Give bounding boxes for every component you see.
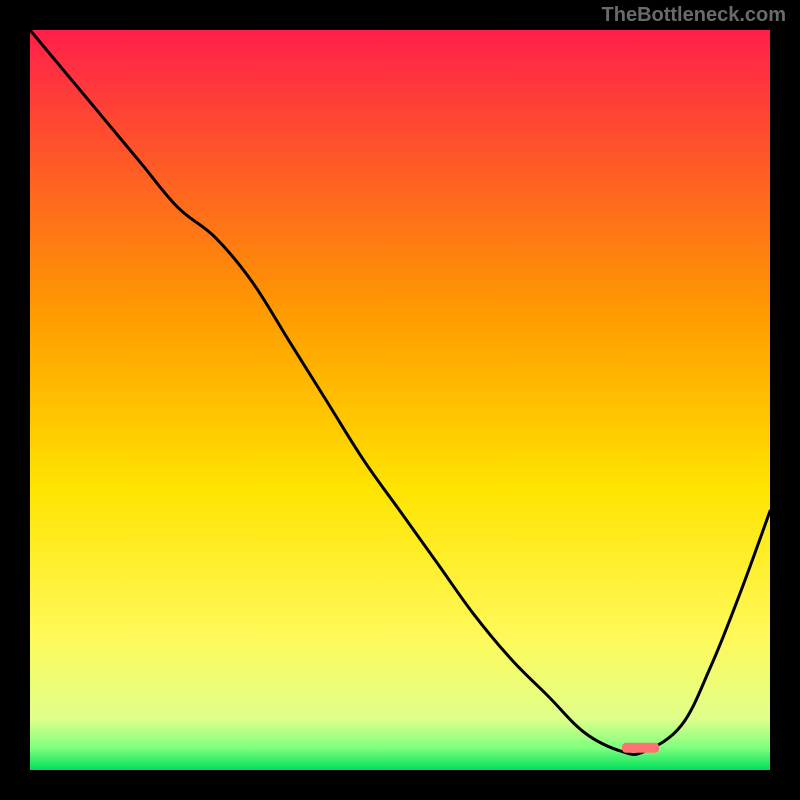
chart-svg: [30, 30, 770, 770]
attribution-label: TheBottleneck.com: [602, 4, 786, 27]
chart-plot-area: [30, 30, 770, 770]
optimal-range-marker: [622, 743, 659, 753]
gradient-background: [30, 30, 770, 770]
